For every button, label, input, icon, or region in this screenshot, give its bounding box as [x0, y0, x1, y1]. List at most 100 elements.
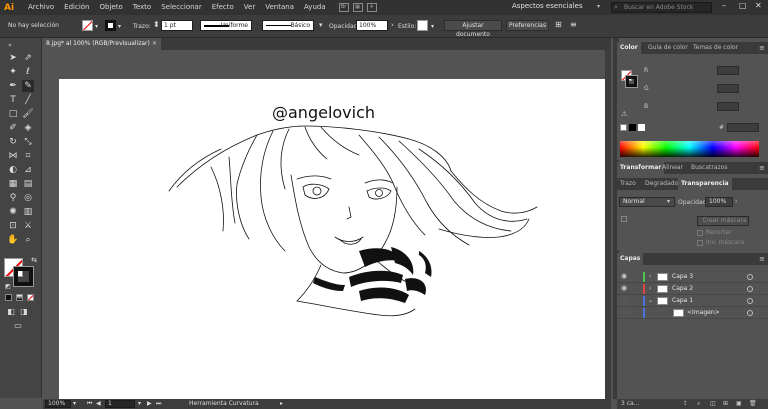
maximize-button[interactable]: □ [739, 1, 747, 10]
target-circle-icon[interactable] [747, 286, 753, 292]
slice-tool-icon[interactable]: ⚔ [22, 220, 34, 232]
zoom-tool-icon[interactable]: ⌕ [22, 234, 34, 246]
blue-value-field[interactable] [717, 102, 739, 111]
panel-menu-icon[interactable]: ≡ [759, 162, 765, 174]
locate-object-icon[interactable]: ⌕ [697, 399, 700, 409]
tab-gradient[interactable]: Degradado [642, 178, 681, 190]
minimize-button[interactable]: – [722, 1, 726, 10]
layer-row[interactable]: ◌ ⌄ Capa 1 [617, 295, 768, 307]
color-spectrum[interactable] [620, 141, 759, 157]
lasso-tool-icon[interactable]: ℓ [22, 66, 34, 78]
zoom-level-field[interactable]: 100% [45, 400, 71, 408]
rotate-tool-icon[interactable]: ↻ [7, 136, 19, 148]
artboard-tool-icon[interactable]: ⊡ [7, 220, 19, 232]
collapse-icon[interactable]: » [4, 40, 16, 52]
eye-icon[interactable]: ◉ [621, 272, 627, 280]
graphic-style-swatch[interactable] [417, 20, 428, 31]
next-artboard-icon[interactable]: ▶ [147, 399, 152, 409]
eye-icon[interactable]: ◉ [621, 284, 627, 292]
eye-icon[interactable]: ◌ [621, 308, 627, 316]
out-of-gamut-icon[interactable]: ⚠ [621, 110, 627, 118]
blend-tool-icon[interactable]: ◎ [22, 192, 34, 204]
target-circle-icon[interactable] [747, 298, 753, 304]
black-swatch[interactable] [629, 124, 636, 131]
chevron-down-icon[interactable]: ▾ [138, 399, 141, 409]
curvature-tool-icon[interactable]: ✎ [22, 80, 34, 92]
chevron-down-icon[interactable]: ▾ [73, 399, 76, 409]
tab-color-themes[interactable]: Temas de color [690, 42, 741, 54]
draw-behind-icon[interactable]: ◨ [18, 306, 30, 318]
gpu-icon[interactable]: ✈ [366, 3, 377, 12]
tab-color-guide[interactable]: Guía de color [645, 42, 691, 54]
make-mask-button[interactable]: Crear máscara [697, 216, 749, 226]
chevron-down-icon[interactable]: ▾ [431, 23, 434, 30]
last-artboard-icon[interactable]: ⏭ [156, 399, 161, 409]
shaper-tool-icon[interactable]: ✐ [7, 122, 19, 134]
menu-ventana[interactable]: Ventana [260, 0, 299, 15]
chevron-down-icon[interactable]: ▾ [118, 23, 121, 30]
eye-icon[interactable]: ◌ [621, 296, 627, 304]
selection-tool-icon[interactable]: ➤ [7, 52, 19, 64]
tab-transparency[interactable]: Transparencia [678, 178, 732, 190]
chevron-down-icon[interactable]: ⌄ [648, 295, 653, 307]
workspace-switcher[interactable]: Aspectos esenciales [512, 2, 583, 10]
clipping-mask-icon[interactable]: ◫ [710, 399, 716, 409]
red-value-field[interactable] [717, 66, 739, 75]
chevron-down-icon[interactable]: ▾ [319, 21, 323, 29]
menu-seleccionar[interactable]: Seleccionar [156, 0, 207, 15]
vertical-scrollbar[interactable] [605, 50, 611, 399]
stepper-icon[interactable]: ⬍ [153, 20, 160, 29]
none-mode-icon[interactable] [27, 294, 34, 301]
menu-ver[interactable]: Ver [239, 0, 260, 15]
menu-texto[interactable]: Texto [128, 0, 156, 15]
shape-builder-tool-icon[interactable]: ◐ [7, 164, 19, 176]
opacity-field[interactable]: 100% [705, 197, 733, 207]
align-icon[interactable]: ⊞ [555, 20, 562, 29]
line-tool-icon[interactable]: ╱ [22, 94, 34, 106]
free-transform-tool-icon[interactable]: ⌗ [22, 150, 34, 162]
chevron-down-icon[interactable]: ▾ [667, 198, 670, 205]
scale-tool-icon[interactable]: ⤡ [22, 136, 34, 148]
hand-tool-icon[interactable]: ✋ [7, 234, 19, 246]
clip-checkbox[interactable] [697, 230, 703, 236]
magic-wand-tool-icon[interactable]: ✦ [7, 66, 19, 78]
new-sublayer-icon[interactable]: ⊞ [723, 399, 728, 409]
chevron-down-icon[interactable]: ▾ [597, 3, 600, 10]
type-tool-icon[interactable]: T [7, 94, 19, 106]
target-circle-icon[interactable] [747, 310, 753, 316]
document-setup-button[interactable]: Ajustar documento [444, 20, 502, 38]
tab-align[interactable]: Alinear [659, 162, 686, 174]
chevron-right-icon[interactable]: › [735, 198, 737, 205]
layer-name[interactable]: Capa 3 [672, 271, 693, 283]
menu-efecto[interactable]: Efecto [207, 0, 239, 15]
layer-name[interactable]: Capa 2 [672, 283, 693, 295]
preferences-button[interactable]: Preferencias [506, 20, 549, 31]
draw-normal-icon[interactable]: ◧ [5, 306, 17, 318]
symbol-sprayer-tool-icon[interactable]: ✺ [7, 206, 19, 218]
layer-name[interactable]: Capa 1 [672, 295, 693, 307]
first-artboard-icon[interactable]: ⏮ [87, 399, 92, 409]
chevron-right-icon[interactable]: › [649, 283, 651, 295]
document-tab[interactable]: 8.jpg* al 100% (RGB/Previsualizar) ✕ [43, 38, 161, 50]
fill-swatch[interactable] [82, 20, 93, 31]
eyedropper-tool-icon[interactable]: ⚲ [7, 192, 19, 204]
screen-mode-icon[interactable]: ▭ [12, 320, 24, 332]
color-mode-icon[interactable] [5, 294, 12, 301]
tab-transform[interactable]: Transformar [617, 162, 665, 174]
opacity-field[interactable]: 100% [356, 20, 388, 31]
new-layer-icon[interactable]: ▣ [736, 399, 742, 409]
export-icon[interactable]: ⇪ [683, 399, 688, 409]
green-value-field[interactable] [717, 84, 739, 93]
white-swatch[interactable] [638, 124, 645, 131]
control-menu-icon[interactable]: ≡ [570, 20, 577, 29]
chevron-down-icon[interactable]: ▾ [95, 23, 98, 30]
perspective-grid-tool-icon[interactable]: ⊿ [22, 164, 34, 176]
none-swatch[interactable] [620, 124, 627, 131]
sublayer-name[interactable]: <Imagen> [687, 307, 720, 319]
direct-selection-tool-icon[interactable]: ⇗ [22, 52, 34, 64]
eraser-tool-icon[interactable]: ◈ [22, 122, 34, 134]
stroke-weight-field[interactable]: 1 pt [161, 20, 193, 31]
layer-row[interactable]: ◉ › Capa 2 [617, 283, 768, 295]
default-colors-icon[interactable]: ◩ [2, 281, 14, 293]
rectangle-tool-icon[interactable]: □ [7, 108, 19, 120]
